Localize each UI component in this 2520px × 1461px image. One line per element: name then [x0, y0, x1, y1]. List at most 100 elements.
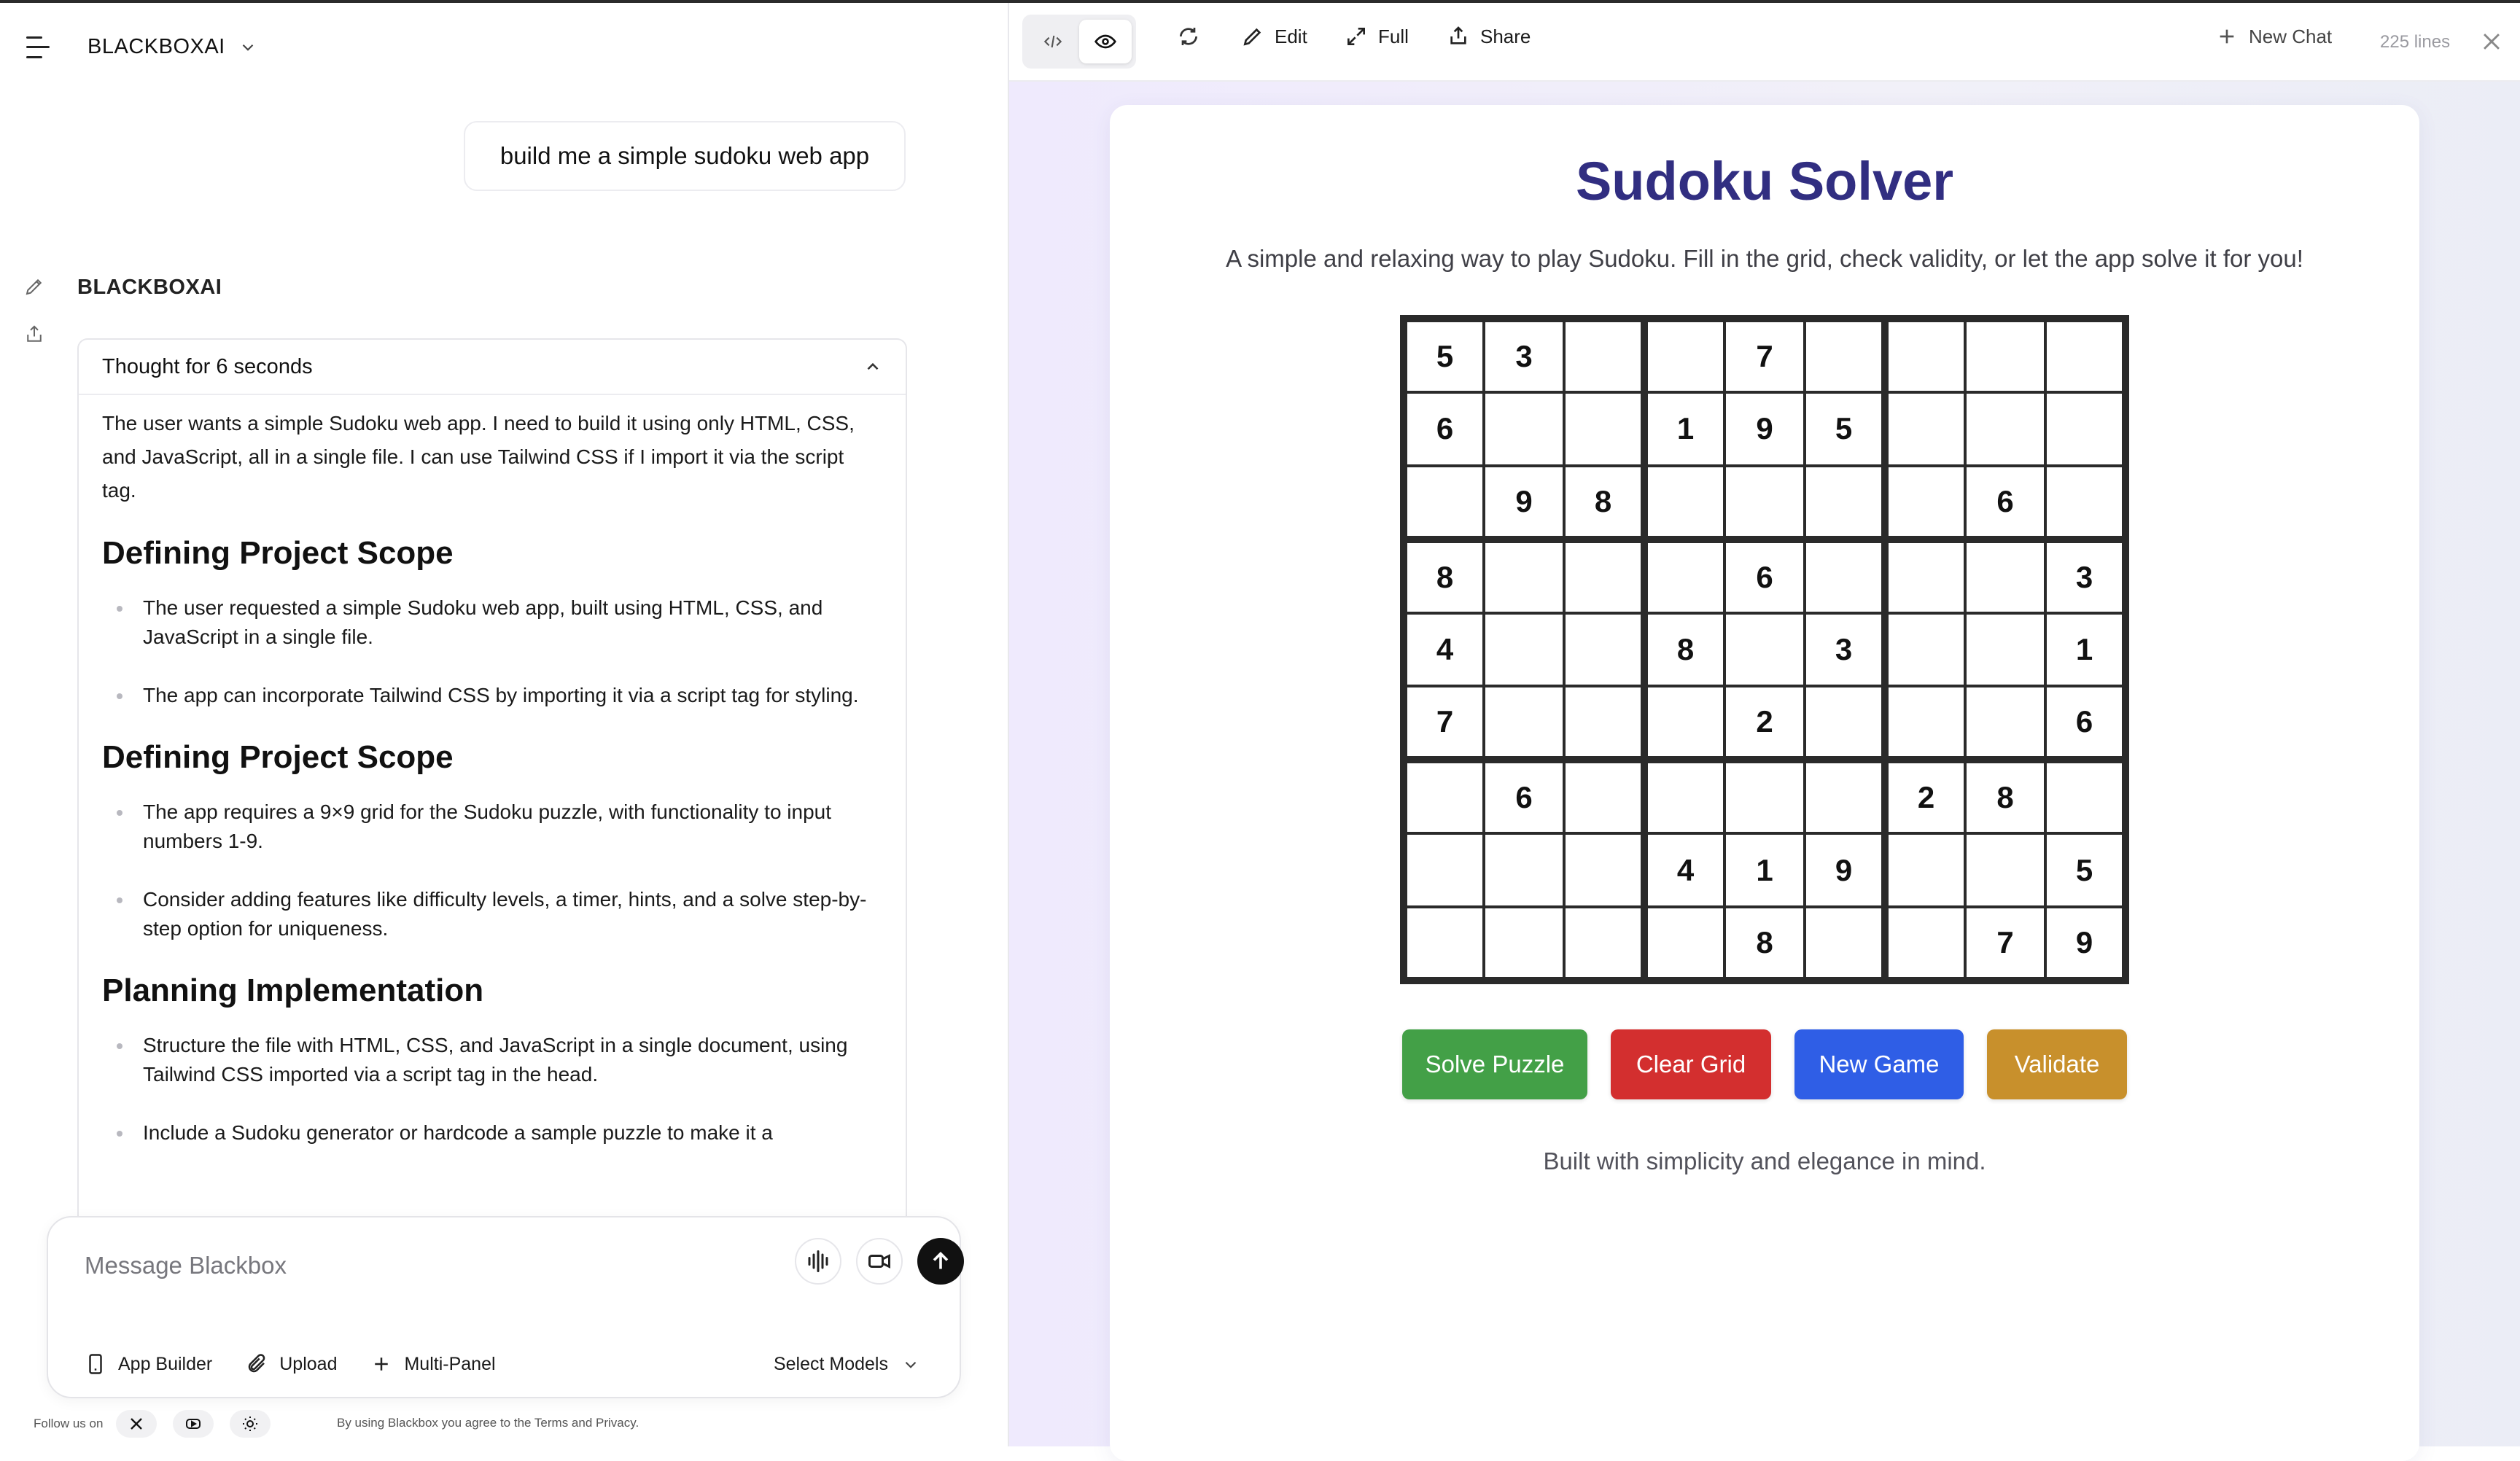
sudoku-cell[interactable] [1965, 391, 2045, 466]
sudoku-cell[interactable]: 8 [1724, 907, 1805, 981]
sudoku-cell[interactable] [1644, 907, 1724, 981]
chevron-down-icon[interactable] [238, 38, 257, 57]
edit-button[interactable]: Edit [1241, 25, 1307, 48]
sudoku-cell[interactable]: 8 [1404, 539, 1484, 613]
sudoku-cell[interactable] [1965, 833, 2045, 908]
refresh-button[interactable] [1177, 25, 1200, 48]
sudoku-cell[interactable] [1965, 612, 2045, 687]
sudoku-cell[interactable]: 6 [1965, 465, 2045, 539]
voice-button[interactable] [795, 1238, 841, 1285]
menu-icon[interactable] [26, 36, 52, 58]
sudoku-cell[interactable]: 7 [1404, 686, 1484, 760]
new-chat-button[interactable]: New Chat [2215, 25, 2332, 48]
solve-puzzle-button[interactable]: Solve Puzzle [1402, 1029, 1587, 1099]
sudoku-cell[interactable]: 6 [2045, 686, 2126, 760]
sudoku-cell[interactable] [1564, 391, 1644, 466]
sudoku-cell[interactable]: 7 [1965, 907, 2045, 981]
sudoku-cell[interactable] [1965, 539, 2045, 613]
sudoku-cell[interactable]: 9 [1805, 833, 1885, 908]
sudoku-cell[interactable] [1885, 907, 1965, 981]
sudoku-cell[interactable] [2045, 319, 2126, 392]
sudoku-cell[interactable]: 5 [1404, 319, 1484, 392]
sudoku-cell[interactable]: 4 [1404, 612, 1484, 687]
sudoku-cell[interactable] [1564, 833, 1644, 908]
fullscreen-button[interactable]: Full [1345, 25, 1409, 48]
sudoku-cell[interactable] [1805, 465, 1885, 539]
sudoku-cell[interactable] [1564, 612, 1644, 687]
sudoku-cell[interactable] [1885, 686, 1965, 760]
select-models-dropdown[interactable]: Select Models [774, 1354, 920, 1375]
sudoku-cell[interactable] [1644, 319, 1724, 392]
sudoku-cell[interactable] [1404, 907, 1484, 981]
sudoku-cell[interactable] [1885, 465, 1965, 539]
sudoku-cell[interactable]: 2 [1885, 760, 1965, 834]
sudoku-cell[interactable] [1724, 760, 1805, 834]
sudoku-cell[interactable]: 8 [1564, 465, 1644, 539]
clear-grid-button[interactable]: Clear Grid [1611, 1029, 1771, 1099]
sudoku-cell[interactable] [1404, 465, 1484, 539]
sudoku-cell[interactable]: 3 [2045, 539, 2126, 613]
sudoku-cell[interactable] [1885, 319, 1965, 392]
sudoku-cell[interactable] [1805, 539, 1885, 613]
message-input[interactable] [83, 1251, 742, 1280]
sudoku-cell[interactable] [2045, 465, 2126, 539]
sudoku-cell[interactable]: 3 [1484, 319, 1564, 392]
sudoku-cell[interactable] [1965, 686, 2045, 760]
sudoku-cell[interactable] [1724, 465, 1805, 539]
sudoku-cell[interactable]: 9 [2045, 907, 2126, 981]
sudoku-cell[interactable] [1644, 539, 1724, 613]
sudoku-cell[interactable]: 8 [1965, 760, 2045, 834]
sudoku-cell[interactable]: 5 [1805, 391, 1885, 466]
video-button[interactable] [856, 1238, 903, 1285]
sudoku-cell[interactable] [1484, 833, 1564, 908]
sudoku-cell[interactable]: 1 [1644, 391, 1724, 466]
brand-name[interactable]: BLACKBOXAI [88, 35, 225, 59]
sudoku-cell[interactable] [1805, 907, 1885, 981]
sudoku-cell[interactable] [1564, 760, 1644, 834]
sudoku-cell[interactable] [1805, 686, 1885, 760]
sudoku-cell[interactable] [1564, 907, 1644, 981]
sudoku-cell[interactable]: 8 [1644, 612, 1724, 687]
app-builder-button[interactable]: App Builder [85, 1353, 212, 1375]
sudoku-cell[interactable] [1484, 686, 1564, 760]
multi-panel-button[interactable]: Multi-Panel [370, 1353, 496, 1375]
sudoku-cell[interactable]: 2 [1724, 686, 1805, 760]
sudoku-cell[interactable] [1564, 319, 1644, 392]
sudoku-cell[interactable] [1885, 612, 1965, 687]
youtube-button[interactable] [173, 1410, 214, 1438]
sudoku-cell[interactable]: 5 [2045, 833, 2126, 908]
sudoku-cell[interactable] [1885, 539, 1965, 613]
send-button[interactable] [917, 1238, 964, 1285]
sudoku-cell[interactable] [1644, 760, 1724, 834]
sudoku-cell[interactable] [1805, 760, 1885, 834]
sudoku-cell[interactable] [1484, 391, 1564, 466]
sudoku-cell[interactable] [1484, 539, 1564, 613]
sudoku-cell[interactable] [1885, 391, 1965, 466]
sudoku-cell[interactable]: 1 [1724, 833, 1805, 908]
sudoku-cell[interactable] [1484, 907, 1564, 981]
sudoku-cell[interactable] [1644, 686, 1724, 760]
sudoku-cell[interactable] [1644, 465, 1724, 539]
sudoku-cell[interactable] [2045, 391, 2126, 466]
sudoku-cell[interactable]: 6 [1484, 760, 1564, 834]
share-icon[interactable] [23, 324, 45, 346]
theme-toggle-button[interactable] [230, 1410, 271, 1438]
sudoku-cell[interactable]: 7 [1724, 319, 1805, 392]
sudoku-cell[interactable] [2045, 760, 2126, 834]
sudoku-cell[interactable]: 9 [1484, 465, 1564, 539]
sudoku-cell[interactable] [1404, 833, 1484, 908]
upload-button[interactable]: Upload [246, 1353, 337, 1375]
x-social-button[interactable] [116, 1410, 158, 1438]
preview-view-button[interactable] [1079, 20, 1132, 63]
sudoku-cell[interactable] [1564, 686, 1644, 760]
sudoku-cell[interactable] [1965, 319, 2045, 392]
sudoku-cell[interactable] [1885, 833, 1965, 908]
sudoku-cell[interactable]: 1 [2045, 612, 2126, 687]
sudoku-cell[interactable] [1484, 612, 1564, 687]
sudoku-cell[interactable] [1724, 612, 1805, 687]
sudoku-cell[interactable]: 6 [1724, 539, 1805, 613]
sudoku-cell[interactable] [1404, 760, 1484, 834]
thought-toggle[interactable]: Thought for 6 seconds [79, 340, 906, 395]
code-view-button[interactable] [1027, 20, 1079, 63]
sudoku-cell[interactable] [1564, 539, 1644, 613]
